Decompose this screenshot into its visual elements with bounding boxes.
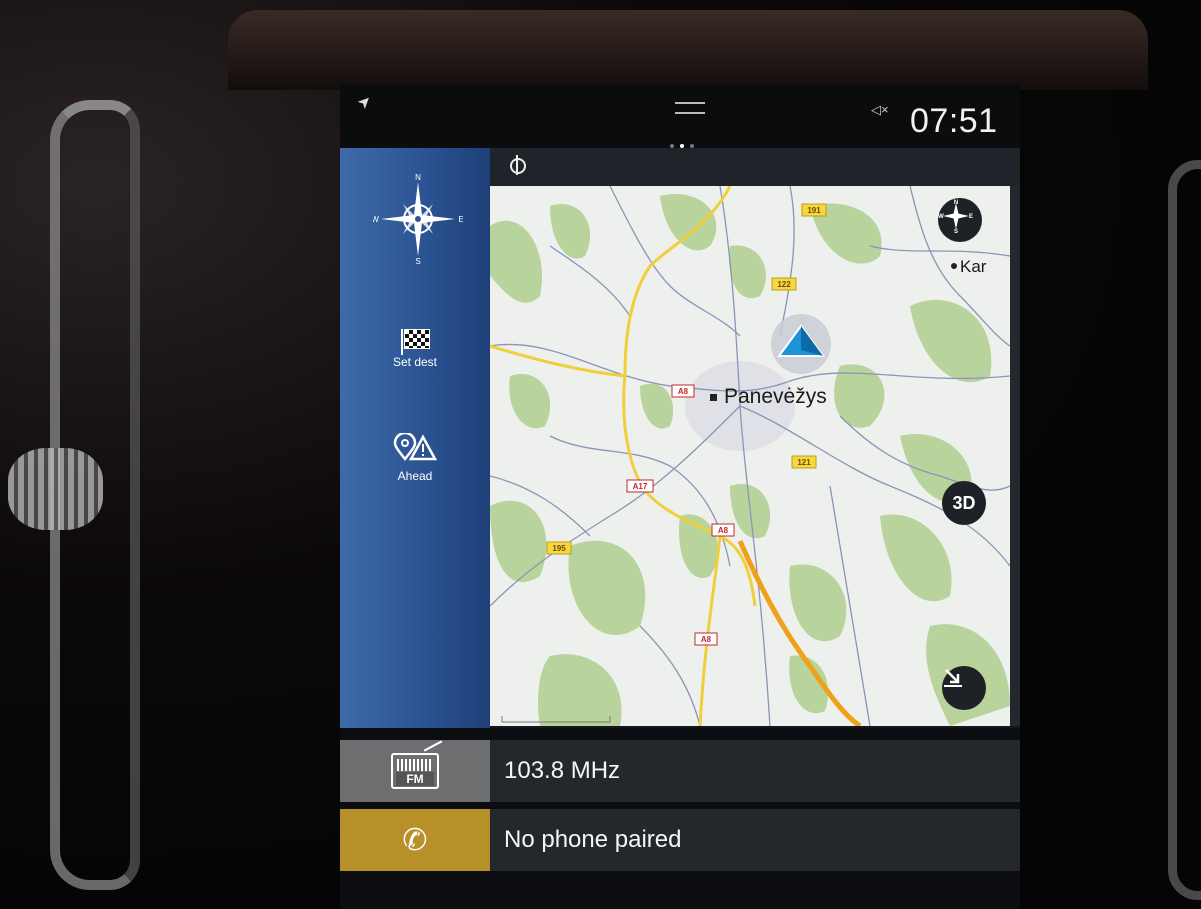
navigation-sidebar: N S W E Set dest Ahead (340, 148, 490, 728)
mini-compass-s: S (954, 229, 958, 234)
set-destination-label: Set dest (392, 355, 438, 369)
road-label: A8 (701, 635, 712, 644)
road-label: A8 (678, 387, 689, 396)
right-air-vent (1168, 160, 1201, 900)
road-badge: A17 (626, 479, 654, 493)
top-view-handle[interactable] (675, 102, 705, 114)
mini-compass-n: N (954, 200, 958, 206)
road-badge: 122 (771, 277, 797, 291)
poi-warning-icon (355, 431, 475, 469)
road-badge: 195 (546, 541, 572, 555)
road-badge: 191 (801, 203, 827, 217)
radio-tile-icon-area: FM (340, 740, 490, 802)
road-label: 122 (777, 280, 791, 289)
compass-e: E (458, 215, 463, 224)
status-bar: ➤ ◁× 07:51 (340, 84, 1020, 144)
compass-rose-icon[interactable]: N S W E (373, 174, 463, 264)
radio-frequency: 103.8 MHz (490, 740, 1020, 802)
city-marker (710, 394, 717, 401)
left-vent-knob (8, 448, 103, 530)
phone-tile-icon-area: ✆ (340, 809, 490, 871)
phone-status: No phone paired (490, 809, 1020, 871)
road-badge: 121 (791, 455, 817, 469)
map-canvas: 191 122 A8 A17 A8 121 195 A8 Panevėžys K… (490, 186, 1010, 726)
mini-compass-e: E (969, 214, 973, 220)
city-label: Panevėžys (724, 385, 827, 408)
compass-n: N (415, 174, 421, 182)
road-label: 191 (807, 206, 821, 215)
location-arrow-icon: ➤ (354, 91, 376, 114)
3d-view-button[interactable]: 3D (942, 481, 986, 525)
north-compass-icon: N S W E (938, 200, 973, 234)
road-label: A8 (718, 526, 729, 535)
set-destination-button[interactable]: Set dest (355, 323, 475, 369)
road-label: A17 (633, 482, 648, 491)
map-edge-strip (1010, 186, 1020, 726)
fm-radio-icon: FM (391, 740, 443, 789)
arrow-down-right-icon (944, 669, 962, 687)
fm-label: FM (396, 772, 434, 786)
volume-muted-icon: ◁× (871, 102, 889, 117)
clock: 07:51 (910, 102, 998, 140)
phone-handset-icon: ✆ (402, 823, 428, 857)
checkered-flag-icon (355, 323, 475, 355)
3d-view-label: 3D (952, 492, 976, 513)
radio-tile[interactable]: FM 103.8 MHz (340, 740, 1020, 802)
recenter-icon[interactable] (510, 155, 526, 175)
infotainment-screen: ➤ ◁× 07:51 N S W E Set dest Ahead 191 12… (340, 84, 1020, 909)
map-top-bar (490, 148, 1020, 186)
forest-areas (490, 194, 1010, 726)
screen-frame-top (228, 10, 1148, 90)
phone-tile[interactable]: ✆ No phone paired (340, 809, 1020, 871)
road-badge: A8 (694, 632, 718, 646)
road-badge: A8 (711, 523, 735, 537)
map-view[interactable]: 191 122 A8 A17 A8 121 195 A8 Panevėžys K… (490, 186, 1010, 726)
map-compass-button[interactable]: N S W E (938, 198, 982, 242)
ahead-button[interactable]: Ahead (355, 431, 475, 483)
expand-map-button[interactable] (942, 666, 986, 710)
city-marker (951, 263, 957, 269)
compass-w: W (373, 215, 379, 224)
road-label: 121 (797, 458, 811, 467)
compass-s: S (415, 257, 420, 264)
edge-city-label: Kar (960, 257, 987, 276)
vehicle-position-icon (771, 314, 831, 374)
road-badge: A8 (671, 384, 695, 398)
navigation-card: N S W E Set dest Ahead 191 122 A8 A17 A8… (340, 148, 1020, 728)
road-label: 195 (552, 544, 566, 553)
mini-compass-w: W (938, 214, 944, 220)
ahead-label: Ahead (397, 469, 433, 483)
